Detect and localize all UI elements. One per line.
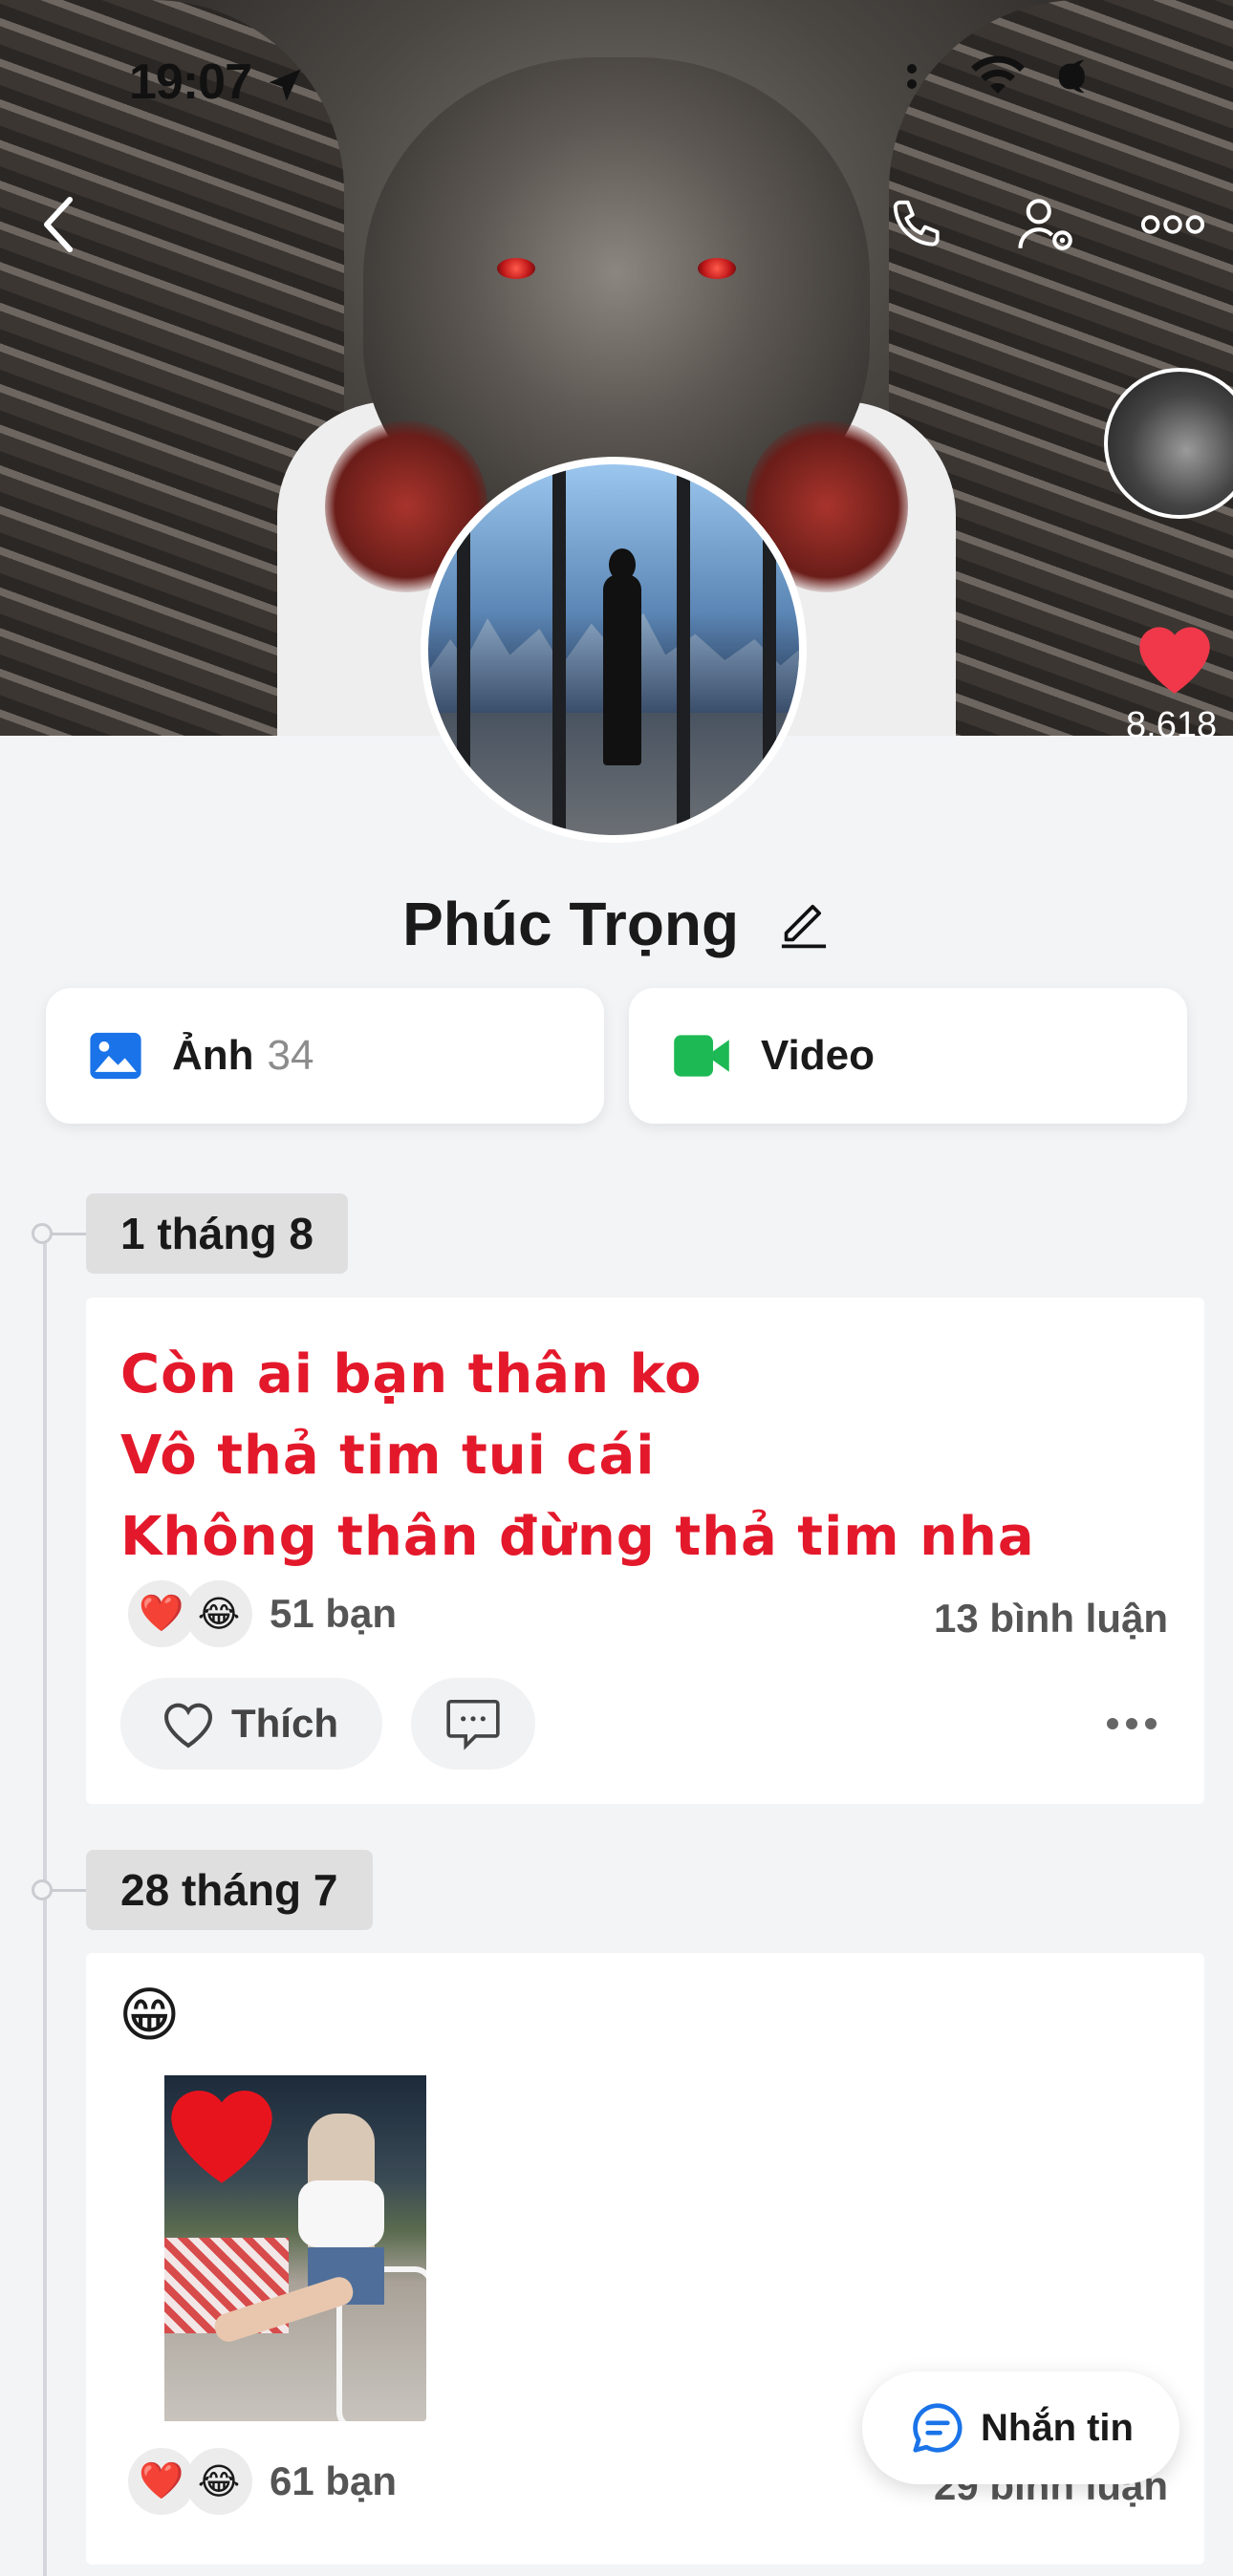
status-time: 19:07 [129,54,306,111]
call-button[interactable] [884,191,951,258]
reactions-count: 51 bạn [270,1591,398,1636]
heart-outline-icon [164,1703,212,1749]
avatar[interactable] [421,457,807,843]
laugh-reaction-icon: 😂 [185,2448,252,2515]
chat-bubble-icon [913,2403,963,2453]
phone-icon [893,200,940,247]
video-icon [674,1035,729,1077]
timeline-dot [32,1879,53,1900]
avatar-person-body [603,574,641,765]
back-button[interactable] [25,191,92,258]
comment-button[interactable] [411,1678,535,1770]
cover-eye-left [497,258,535,279]
cover-eye-right [698,258,736,279]
post-text-line: Vô thả tim tui cái [120,1425,656,1487]
post-date-chip: 28 tháng 7 [86,1850,373,1930]
post-text-line: Không thân đừng thả tim nha [120,1506,1035,1568]
avatar-window-frame [677,464,690,835]
photo-shirt [298,2180,384,2247]
comment-icon [446,1699,500,1750]
edit-name-button[interactable] [777,893,831,965]
back-icon [44,197,73,252]
location-arrow-icon [269,69,301,101]
timeline-tick [52,1889,86,1892]
video-label: Video [761,1032,876,1079]
timeline-dot [32,1223,53,1244]
post-card[interactable]: Còn ai bạn thân ko Vô thả tim tui cái Kh… [86,1298,1204,1804]
reactions-summary[interactable]: ❤️ 😂 51 bạn [128,1580,397,1647]
profile-name-row: Phúc Trọng [0,889,1233,965]
signal-icon [907,64,917,89]
battery-icon [1058,59,1085,94]
photos-card[interactable]: Ảnh 34 [46,988,604,1124]
user-settings-icon [1018,199,1072,250]
timeline-tick [52,1233,86,1235]
cover-like-button[interactable] [1128,612,1222,702]
like-button[interactable]: Thích [120,1678,382,1770]
cover-like-count: 8.618 [1126,705,1218,745]
more-icon [1140,215,1205,234]
message-button[interactable]: Nhắn tin [862,2372,1179,2484]
post-text-line: Còn ai bạn thân ko [120,1343,703,1406]
heart-sticker-icon [171,2091,272,2183]
more-dots-icon [1107,1718,1157,1729]
post-photo[interactable] [164,2075,426,2421]
grin-emoji: 😁 [119,1983,181,2049]
more-options-button[interactable] [1139,191,1206,258]
reactions-summary[interactable]: ❤️ 😂 61 bạn [128,2448,397,2515]
wifi-icon [971,55,1025,94]
photos-count: 34 [267,1032,314,1079]
heart-icon [1139,627,1210,694]
timeline-line [43,1238,47,2576]
message-label: Nhắn tin [981,2406,1134,2449]
comments-count[interactable]: 13 bình luận [934,1596,1168,1642]
photo-icon [90,1032,141,1080]
post-text: Còn ai bạn thân ko Vô thả tim tui cái Kh… [120,1334,1035,1578]
photos-label: Ảnh [172,1032,254,1079]
like-label: Thích [231,1701,338,1746]
post-date-chip: 1 tháng 8 [86,1193,348,1274]
post-more-button[interactable] [1093,1695,1170,1752]
profile-settings-button[interactable] [1013,191,1080,258]
reactions-count: 61 bạn [270,2458,398,2503]
avatar-window-frame [457,464,470,835]
pencil-icon [781,904,826,948]
laugh-reaction-icon: 😂 [185,1580,252,1647]
status-indicators [902,55,1099,97]
videos-card[interactable]: Video [629,988,1187,1124]
profile-name: Phúc Trọng [402,890,740,958]
avatar-window-frame [763,464,776,835]
avatar-window-frame [552,464,566,835]
